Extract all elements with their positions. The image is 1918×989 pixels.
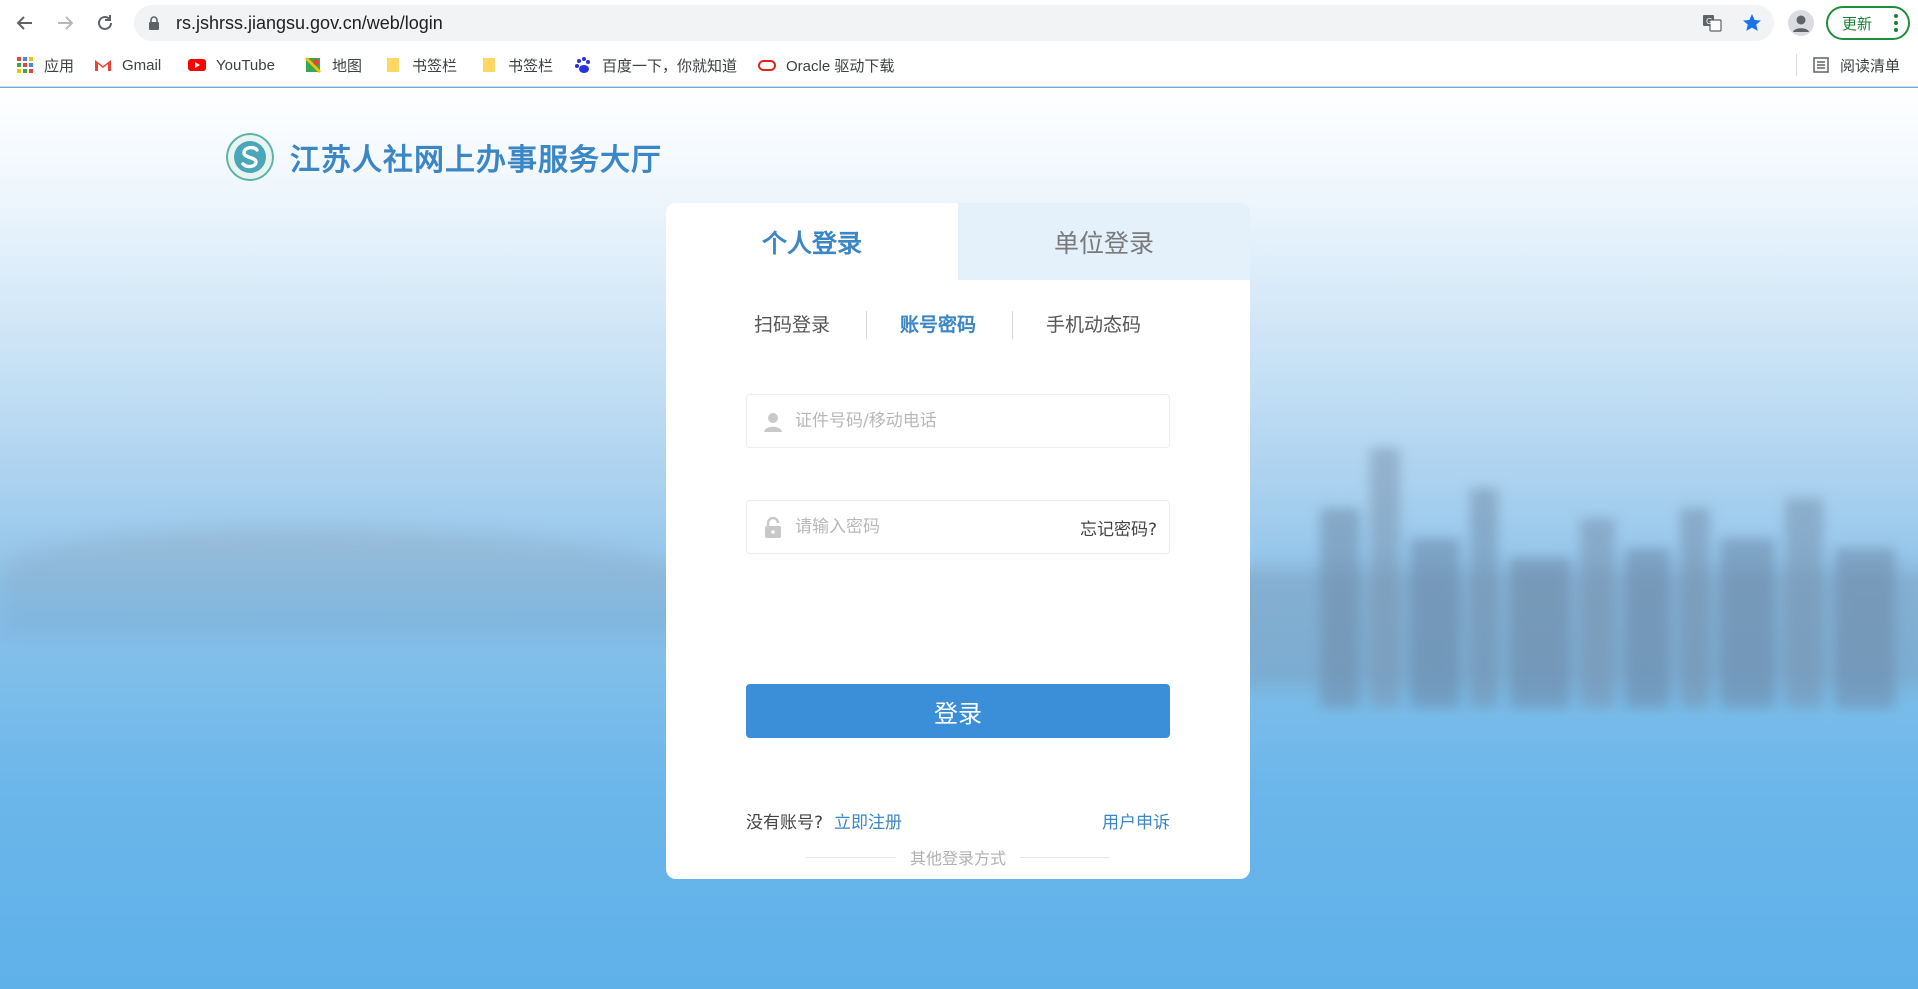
bookmark-label: 地图 <box>332 57 363 75</box>
translate-icon[interactable]: G <box>1700 11 1724 35</box>
user-complaint-link[interactable]: 用户申诉 <box>1102 808 1170 833</box>
reading-list-label: 阅读清单 <box>1840 57 1901 75</box>
bookmarks-bar: 应用 Gmail YouTube 地图 书签栏 书签栏 百度一下，你就知道 Or… <box>0 44 1918 87</box>
bookmark-label: 应用 <box>44 57 75 75</box>
gmail-icon <box>95 60 111 71</box>
site-logo: 江苏人社网上办事服务大厅 <box>226 132 662 182</box>
bookmark-youtube[interactable]: YouTube <box>188 52 275 78</box>
url-text: rs.jshrss.jiangsu.gov.cn/web/login <box>176 13 443 33</box>
menu-dots-icon <box>1894 14 1898 32</box>
tab-company-login[interactable]: 单位登录 <box>958 203 1250 280</box>
bookmark-folder-1[interactable]: 书签栏 <box>384 52 457 78</box>
profile-avatar-icon[interactable] <box>1788 10 1814 36</box>
id-field[interactable] <box>746 394 1170 448</box>
id-input[interactable] <box>795 395 1095 447</box>
subtab-divider <box>866 311 867 339</box>
reading-list-icon <box>1813 57 1829 73</box>
bookmark-label: YouTube <box>216 56 275 74</box>
update-label: 更新 <box>1842 14 1873 33</box>
site-title: 江苏人社网上办事服务大厅 <box>290 143 662 178</box>
bookmark-oracle[interactable]: Oracle 驱动下载 <box>758 52 894 78</box>
page-background: 江苏人社网上办事服务大厅 个人登录 单位登录 扫码登录 账号密码 手机动态码 忘… <box>0 88 1918 989</box>
background-shoreline <box>0 528 720 638</box>
youtube-icon <box>188 59 206 71</box>
bookmark-maps[interactable]: 地图 <box>304 52 362 78</box>
hrss-emblem-icon <box>226 133 274 181</box>
lock-icon <box>765 517 781 538</box>
bookmark-label: 书签栏 <box>508 57 554 75</box>
reading-list[interactable]: 阅读清单 <box>1812 52 1900 78</box>
password-input[interactable] <box>795 501 1095 553</box>
register-link[interactable]: 立即注册 <box>834 808 902 833</box>
address-bar[interactable]: rs.jshrss.jiangsu.gov.cn/web/login G <box>134 5 1774 41</box>
divider-line <box>1020 857 1110 858</box>
subtab-account-password[interactable]: 账号密码 <box>900 307 976 343</box>
browser-toolbar: rs.jshrss.jiangsu.gov.cn/web/login G 更新 <box>0 0 1918 44</box>
tab-personal-login[interactable]: 个人登录 <box>666 203 958 280</box>
login-card: 个人登录 单位登录 扫码登录 账号密码 手机动态码 忘记密码? 登录 没有账号?… <box>666 203 1250 879</box>
apps-grid-icon <box>17 57 33 73</box>
bookmark-label: Gmail <box>122 56 162 74</box>
subtab-qr-login[interactable]: 扫码登录 <box>754 307 830 343</box>
bookmark-baidu[interactable]: 百度一下，你就知道 <box>574 52 737 78</box>
bookmark-apps[interactable]: 应用 <box>16 52 74 78</box>
subtab-sms-code[interactable]: 手机动态码 <box>1046 307 1141 343</box>
back-icon[interactable] <box>10 8 40 38</box>
forward-icon[interactable] <box>50 8 80 38</box>
folder-icon <box>483 58 495 72</box>
star-icon[interactable] <box>1740 11 1764 35</box>
bookmark-label: Oracle 驱动下载 <box>786 57 895 75</box>
folder-icon <box>387 58 399 72</box>
svg-text:G: G <box>1706 17 1712 26</box>
oracle-icon <box>758 60 776 71</box>
bookmark-label: 百度一下，你就知道 <box>602 57 738 75</box>
baidu-paw-icon <box>575 57 590 73</box>
forgot-password-link[interactable]: 忘记密码? <box>1080 515 1157 540</box>
no-account-text: 没有账号? <box>746 813 824 833</box>
password-field[interactable]: 忘记密码? <box>746 500 1170 554</box>
update-button[interactable]: 更新 <box>1826 6 1910 40</box>
bookmark-gmail[interactable]: Gmail <box>94 52 161 78</box>
login-method-tabs: 扫码登录 账号密码 手机动态码 <box>666 307 1250 343</box>
lock-icon <box>149 16 159 30</box>
user-icon <box>764 413 782 432</box>
bookmark-divider <box>1796 54 1797 76</box>
bookmark-label: 书签栏 <box>412 57 458 75</box>
other-login-methods-label: 其他登录方式 <box>909 849 1006 868</box>
subtab-divider <box>1012 311 1013 339</box>
bookmark-folder-2[interactable]: 书签栏 <box>480 52 553 78</box>
maps-icon <box>304 56 322 74</box>
login-button[interactable]: 登录 <box>746 684 1170 738</box>
reload-icon[interactable] <box>90 8 120 38</box>
background-skyline <box>1320 448 1895 708</box>
